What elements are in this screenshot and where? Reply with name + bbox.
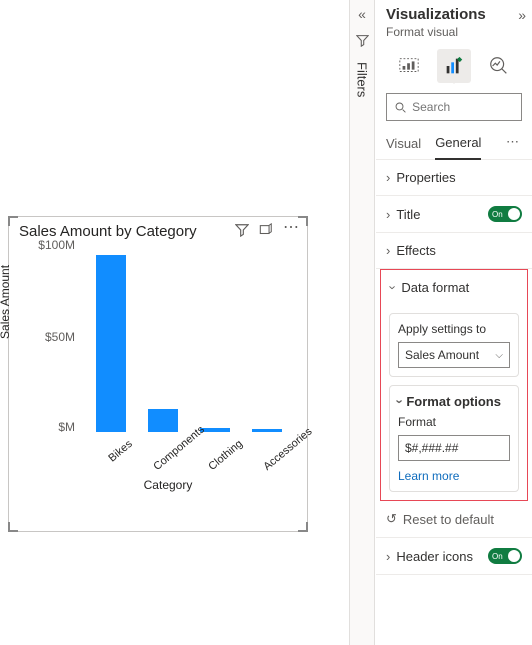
section-data-format[interactable]: › Data format (381, 270, 527, 305)
chevron-down-icon: ⌵ (495, 350, 503, 361)
x-tick: Components (151, 438, 189, 473)
analytics-icon[interactable] (482, 49, 516, 83)
y-axis-label: Sales Amount (0, 265, 12, 339)
tab-visual[interactable]: Visual (386, 130, 421, 159)
search-input[interactable] (386, 93, 522, 121)
y-tick: $100M (29, 238, 75, 252)
x-tick: Accessories (261, 438, 299, 473)
y-tick: $M (29, 420, 75, 434)
x-tick: Clothing (206, 438, 244, 473)
section-title[interactable]: › Title On (376, 196, 532, 233)
selection-handle-br[interactable] (298, 522, 308, 532)
selection-handle-tl[interactable] (8, 216, 18, 226)
more-options-icon[interactable]: ⋯ (283, 223, 299, 240)
y-tick: $50M (29, 330, 75, 344)
section-header-icons[interactable]: › Header icons On (376, 538, 532, 575)
search-field[interactable] (412, 100, 513, 114)
section-effects[interactable]: › Effects (376, 233, 532, 269)
expand-filters-icon[interactable]: « (358, 6, 366, 22)
pane-subtitle: Format visual (376, 25, 532, 45)
tab-general[interactable]: General (435, 129, 481, 160)
bar[interactable] (143, 409, 183, 432)
chevron-down-icon: › (393, 399, 408, 403)
format-input[interactable]: $#,###.## (398, 435, 510, 461)
search-icon (395, 101, 406, 114)
chart-visual[interactable]: Sales Amount by Category ⋯ Sales Amount … (8, 216, 308, 532)
visualizations-pane: Visualizations » Format visual Visual Ge… (376, 0, 532, 645)
chevron-right-icon: › (386, 170, 390, 185)
filters-label: Filters (355, 62, 370, 97)
apply-settings-dropdown[interactable]: Sales Amount ⌵ (398, 342, 510, 368)
bar[interactable] (247, 429, 287, 432)
chevron-down-icon: › (386, 285, 401, 289)
pane-title: Visualizations (386, 6, 486, 23)
format-visual-icon[interactable] (437, 49, 471, 83)
section-properties[interactable]: › Properties (376, 160, 532, 196)
header-icons-toggle[interactable]: On (488, 548, 522, 564)
reset-icon: ↺ (386, 511, 397, 527)
reset-to-default[interactable]: ↺ Reset to default (376, 501, 532, 538)
chevron-right-icon: › (386, 549, 390, 564)
build-visual-icon[interactable] (392, 49, 426, 83)
plot-area: $100M $50M $M (79, 244, 299, 432)
apply-settings-label: Apply settings to (398, 322, 510, 336)
selection-handle-tr[interactable] (298, 216, 308, 226)
title-toggle[interactable]: On (488, 206, 522, 222)
chevron-right-icon: › (386, 243, 390, 258)
bar[interactable] (91, 255, 131, 432)
tabs-more-icon[interactable]: ⋯ (504, 134, 522, 154)
focus-mode-icon[interactable] (259, 223, 273, 240)
format-label: Format (398, 415, 510, 429)
filter-icon (356, 34, 369, 50)
format-options-header[interactable]: › Format options (398, 394, 510, 409)
data-format-group: › Data format Apply settings to Sales Am… (380, 269, 528, 501)
expand-pane-icon[interactable]: » (518, 7, 526, 23)
x-tick: Bikes (96, 438, 134, 473)
learn-more-link[interactable]: Learn more (398, 469, 510, 483)
report-canvas[interactable]: Sales Amount by Category ⋯ Sales Amount … (0, 0, 348, 645)
filters-pane-collapsed[interactable]: « Filters (349, 0, 375, 645)
x-axis-label: Category (37, 478, 299, 492)
format-options-block: › Format options Format $#,###.## Learn … (389, 385, 519, 492)
apply-settings-block: Apply settings to Sales Amount ⌵ (389, 313, 519, 377)
chevron-right-icon: › (386, 207, 390, 222)
selection-handle-bl[interactable] (8, 522, 18, 532)
filter-icon[interactable] (235, 223, 249, 240)
